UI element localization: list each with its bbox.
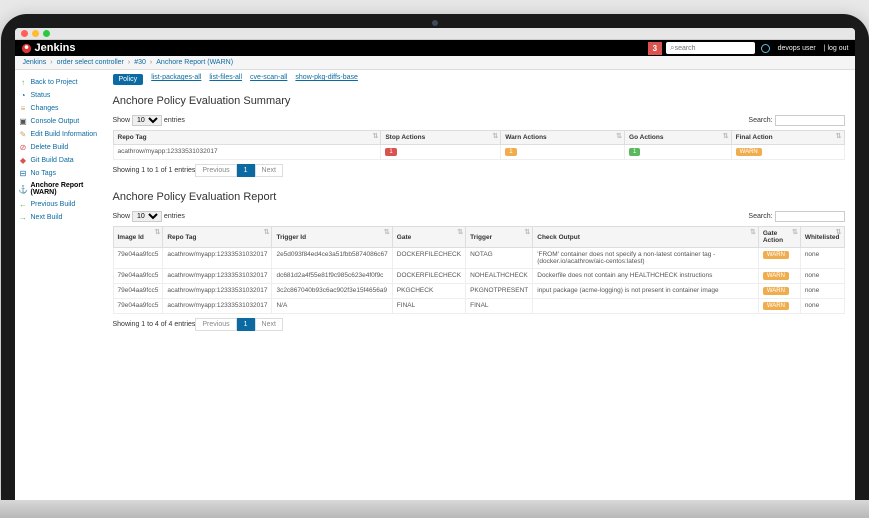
sidebar-item-label: Delete Build: [31, 144, 69, 151]
tab-list-packages-all[interactable]: list-packages-all: [151, 74, 201, 85]
summary-pagination: Previous 1 Next: [195, 164, 283, 177]
search-box[interactable]: ⌕: [666, 42, 754, 54]
sidebar-icon: ▣: [19, 117, 28, 126]
tab-bar: Policy list-packages-all list-files-all cve…: [113, 74, 845, 85]
crumb-3[interactable]: Anchore Report (WARN): [156, 59, 233, 66]
sidebar-item-label: Anchore Report (WARN): [31, 182, 99, 196]
sidebar-icon: ◔: [19, 91, 28, 100]
crumb-1[interactable]: order select controller: [57, 59, 124, 66]
col-header[interactable]: Gate⇅: [392, 227, 465, 248]
sidebar-item-label: Status: [31, 92, 51, 99]
crumb-2[interactable]: #30: [134, 59, 146, 66]
notification-badge[interactable]: 3: [648, 42, 662, 55]
table-row: 79e04aa9fcc5acathrow/myapp:1233353103201…: [113, 269, 844, 284]
summary-page-1[interactable]: 1: [237, 164, 255, 177]
jenkins-logo[interactable]: Jenkins: [21, 42, 76, 54]
sidebar-item-1[interactable]: ◔Status: [19, 89, 99, 102]
summary-info: Showing 1 to 1 of 1 entries: [113, 167, 196, 174]
col-header[interactable]: Image Id⇅: [113, 227, 163, 248]
table-row: 79e04aa9fcc5acathrow/myapp:1233353103201…: [113, 299, 844, 314]
table-row: 79e04aa9fcc5acathrow/myapp:1233353103201…: [113, 248, 844, 269]
col-header[interactable]: Trigger⇅: [466, 227, 533, 248]
logout-link[interactable]: | log out: [824, 45, 849, 52]
report-next[interactable]: Next: [255, 318, 283, 331]
report-title: Anchore Policy Evaluation Report: [113, 191, 845, 203]
breadcrumb: Jenkins› order select controller› #30› A…: [15, 56, 855, 70]
sidebar-item-8[interactable]: ⚓Anchore Report (WARN): [19, 180, 99, 198]
summary-search-input[interactable]: [775, 115, 845, 126]
col-header[interactable]: Repo Tag⇅: [163, 227, 272, 248]
help-icon[interactable]: [761, 44, 770, 53]
col-header[interactable]: Gate Action⇅: [758, 227, 800, 248]
sidebar-item-9[interactable]: ←Previous Build: [19, 198, 99, 211]
sidebar-item-5[interactable]: ⊘Delete Build: [19, 141, 99, 154]
sidebar-icon: ↑: [19, 78, 28, 87]
sidebar-item-10[interactable]: →Next Build: [19, 211, 99, 224]
sidebar-item-4[interactable]: ✎Edit Build Information: [19, 128, 99, 141]
sidebar-item-label: Back to Project: [31, 79, 78, 86]
summary-page-size[interactable]: 10: [132, 115, 162, 126]
sidebar-item-label: Previous Build: [31, 201, 76, 208]
report-pagination: Previous 1 Next: [195, 318, 283, 331]
tab-show-pkg-diffs-base[interactable]: show-pkg-diffs-base: [295, 74, 358, 85]
summary-table: Repo Tag⇅Stop Actions⇅Warn Actions⇅Go Ac…: [113, 130, 845, 160]
col-header[interactable]: Whitelisted⇅: [800, 227, 844, 248]
brand-text: Jenkins: [35, 42, 76, 54]
sidebar-item-label: Git Build Data: [31, 157, 74, 164]
summary-next[interactable]: Next: [255, 164, 283, 177]
sidebar-item-label: Console Output: [31, 118, 80, 125]
sidebar-icon: ◆: [19, 156, 28, 165]
main-content: Policy list-packages-all list-files-all cve…: [103, 70, 855, 500]
sidebar-icon: →: [19, 213, 28, 222]
report-toolbar: Show 10 entries Search:: [113, 211, 845, 222]
sidebar-item-2[interactable]: ≡Changes: [19, 102, 99, 115]
report-info: Showing 1 to 4 of 4 entries: [113, 321, 196, 328]
top-bar: Jenkins 3 ⌕ devops user | log out: [15, 40, 855, 56]
sidebar-item-label: Next Build: [31, 214, 63, 221]
search-input[interactable]: [675, 45, 751, 52]
sidebar-item-3[interactable]: ▣Console Output: [19, 115, 99, 128]
tab-cve-scan-all[interactable]: cve-scan-all: [250, 74, 287, 85]
col-header[interactable]: Warn Actions⇅: [501, 131, 625, 145]
sidebar-icon: ⊘: [19, 143, 28, 152]
sidebar-item-6[interactable]: ◆Git Build Data: [19, 154, 99, 167]
sidebar-icon: ←: [19, 200, 28, 209]
user-link[interactable]: devops user: [778, 45, 816, 52]
report-page-1[interactable]: 1: [237, 318, 255, 331]
sidebar: ↑Back to Project◔Status≡Changes▣Console …: [15, 70, 103, 500]
sidebar-item-0[interactable]: ↑Back to Project: [19, 76, 99, 89]
report-prev[interactable]: Previous: [195, 318, 236, 331]
col-header[interactable]: Stop Actions⇅: [381, 131, 501, 145]
sidebar-item-label: Changes: [31, 105, 59, 112]
max-dot[interactable]: [43, 30, 50, 37]
tab-list-files-all[interactable]: list-files-all: [209, 74, 242, 85]
close-dot[interactable]: [21, 30, 28, 37]
table-row: 79e04aa9fcc5acathrow/myapp:1233353103201…: [113, 284, 844, 299]
sidebar-icon: ≡: [19, 104, 28, 113]
col-header[interactable]: Go Actions⇅: [625, 131, 732, 145]
sidebar-item-label: No Tags: [31, 170, 57, 177]
sidebar-item-label: Edit Build Information: [31, 131, 98, 138]
sidebar-item-7[interactable]: ⊟No Tags: [19, 167, 99, 180]
sidebar-icon: ✎: [19, 130, 28, 139]
table-row: acathrow/myapp:12333531032017111WARN: [113, 145, 844, 160]
sidebar-icon: ⊟: [19, 169, 28, 178]
col-header[interactable]: Repo Tag⇅: [113, 131, 381, 145]
col-header[interactable]: Check Output⇅: [533, 227, 759, 248]
report-search-input[interactable]: [775, 211, 845, 222]
sidebar-icon: ⚓: [19, 185, 28, 194]
window-traffic-lights: [15, 28, 855, 40]
tab-Policy[interactable]: Policy: [113, 74, 144, 85]
summary-prev[interactable]: Previous: [195, 164, 236, 177]
report-page-size[interactable]: 10: [132, 211, 162, 222]
report-table: Image Id⇅Repo Tag⇅Trigger Id⇅Gate⇅Trigge…: [113, 226, 845, 314]
min-dot[interactable]: [32, 30, 39, 37]
summary-toolbar: Show 10 entries Search:: [113, 115, 845, 126]
crumb-0[interactable]: Jenkins: [23, 59, 47, 66]
summary-title: Anchore Policy Evaluation Summary: [113, 95, 845, 107]
col-header[interactable]: Trigger Id⇅: [272, 227, 392, 248]
col-header[interactable]: Final Action⇅: [731, 131, 844, 145]
